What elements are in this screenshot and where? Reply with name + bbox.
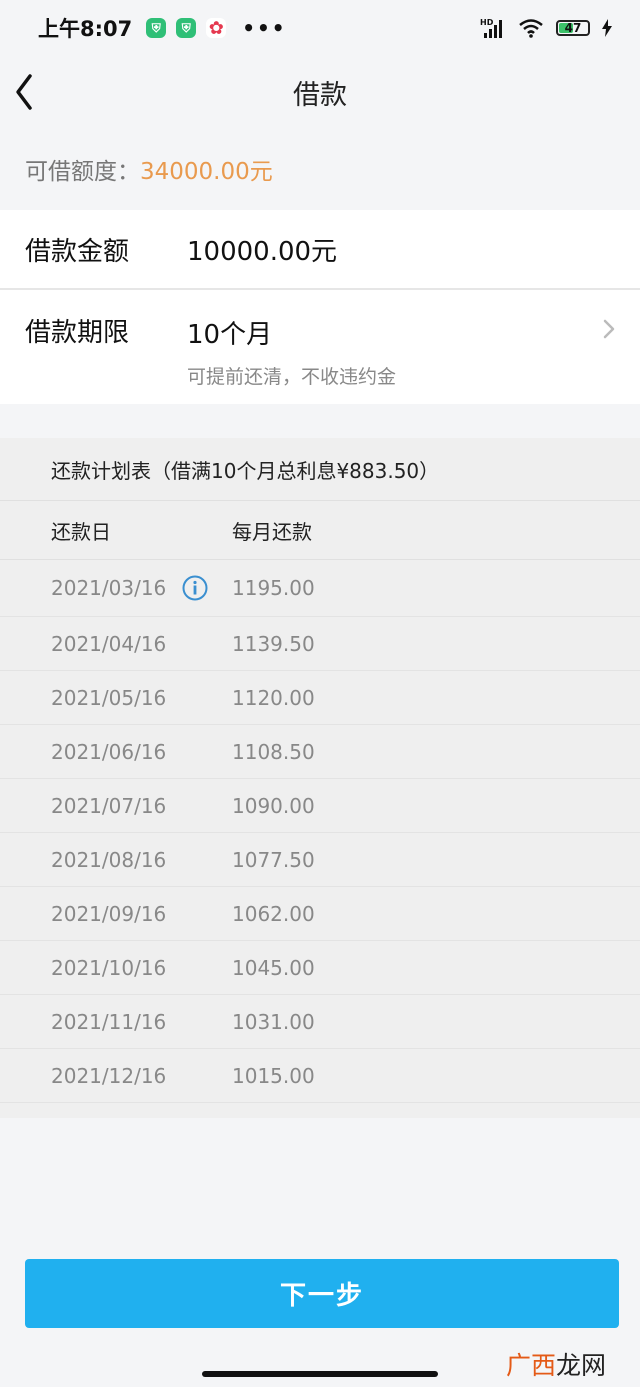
- monthly-repayment: 1139.50: [232, 631, 315, 656]
- page-title: 借款: [293, 79, 347, 111]
- monthly-repayment: 1108.50: [232, 739, 315, 764]
- monthly-repayment: 1120.00: [232, 685, 315, 710]
- limit-label: 可借额度：: [25, 159, 140, 185]
- signal-icon: HD: [480, 18, 502, 38]
- repayment-date: 2021/05/16: [51, 685, 167, 710]
- repayment-date: 2021/10/16: [51, 955, 167, 980]
- repayment-date: 2021/11/16: [51, 1009, 167, 1034]
- repayment-date: 2021/12/16: [51, 1063, 167, 1088]
- next-step-button[interactable]: 下一步: [25, 1259, 619, 1328]
- loan-amount-label: 借款金额: [25, 236, 130, 267]
- watermark-logo: 广西龙网: [506, 1346, 606, 1382]
- monthly-repayment: 1195.00: [232, 576, 315, 600]
- watermark-part-2: 龙网: [555, 1351, 606, 1380]
- wifi-icon: [519, 19, 543, 38]
- loan-amount-value[interactable]: 10000.00元: [187, 231, 337, 268]
- repayment-date: 2021/06/16: [51, 739, 167, 764]
- loan-term-note: 可提前还清，不收违约金: [187, 366, 397, 388]
- col-header-amount: 每月还款: [232, 519, 312, 544]
- loan-term-label: 借款期限: [25, 318, 130, 348]
- status-time: 上午8:07: [38, 17, 133, 41]
- battery-level: 47: [564, 21, 582, 35]
- table-row: 2021/10/16 1045.00: [0, 941, 640, 995]
- battery-icon: 47: [556, 20, 590, 36]
- table-row: 2021/11/16 1031.00: [0, 995, 640, 1049]
- loan-term-row[interactable]: 借款期限 10个月 可提前还清，不收违约金: [0, 290, 640, 404]
- repayment-date: 2021/08/16: [51, 847, 167, 872]
- col-header-date: 还款日: [51, 519, 111, 544]
- more-notifications-icon: •••: [242, 16, 287, 40]
- monthly-repayment: 1090.00: [232, 793, 315, 818]
- table-row: 2021/07/16 1090.00: [0, 779, 640, 833]
- shield-app-icon: ⛨: [146, 18, 167, 38]
- monthly-repayment: 1015.00: [232, 1063, 315, 1088]
- monthly-repayment: 1045.00: [232, 955, 315, 980]
- repayment-date: 2021/09/16: [51, 901, 167, 926]
- table-row: 2021/06/16 1108.50: [0, 725, 640, 779]
- status-left: 上午8:07 ⛨ ⛨ ✿ •••: [38, 13, 287, 43]
- status-right: HD 47: [480, 17, 612, 39]
- monthly-repayment: 1062.00: [232, 901, 315, 926]
- message-app-icon: ✿: [206, 18, 227, 39]
- schedule-header-row: 还款日 每月还款: [0, 501, 640, 560]
- network-type-label: HD: [480, 18, 494, 27]
- home-indicator[interactable]: [202, 1371, 438, 1377]
- repayment-date: 2021/03/16: [51, 576, 167, 600]
- table-row: 2021/05/16 1120.00: [0, 671, 640, 725]
- limit-value: 34000.00元: [140, 159, 273, 185]
- table-row: 2021/12/16 1015.00: [0, 1049, 640, 1103]
- loan-term-value: 10个月: [187, 320, 273, 350]
- schedule-title: 还款计划表（借满10个月总利息¥883.50）: [0, 438, 640, 501]
- back-arrow-icon[interactable]: [12, 70, 52, 114]
- watermark-part-1: 广西: [505, 1351, 556, 1380]
- info-icon[interactable]: [182, 575, 208, 601]
- loan-amount-row[interactable]: 借款金额 10000.00元: [0, 210, 640, 288]
- table-row: 2021/08/16 1077.50: [0, 833, 640, 887]
- repayment-schedule: 还款计划表（借满10个月总利息¥883.50） 还款日 每月还款 2021/03…: [0, 438, 640, 1118]
- table-row: 2021/09/16 1062.00: [0, 887, 640, 941]
- available-limit: 可借额度： 34000.00元: [0, 128, 640, 210]
- shield-app-icon-2: ⛨: [176, 18, 197, 38]
- monthly-repayment: 1077.50: [232, 847, 315, 872]
- nav-bar: 借款: [0, 56, 640, 128]
- monthly-repayment: 1031.00: [232, 1009, 315, 1034]
- chevron-right-icon[interactable]: [602, 318, 616, 340]
- table-row: 2021/04/16 1139.50: [0, 617, 640, 671]
- charging-icon: [602, 19, 612, 37]
- repayment-date: 2021/04/16: [51, 631, 167, 656]
- table-row: 2021/03/16 1195.00: [0, 560, 640, 617]
- status-bar: 上午8:07 ⛨ ⛨ ✿ ••• HD 47: [0, 0, 640, 56]
- repayment-date: 2021/07/16: [51, 793, 167, 818]
